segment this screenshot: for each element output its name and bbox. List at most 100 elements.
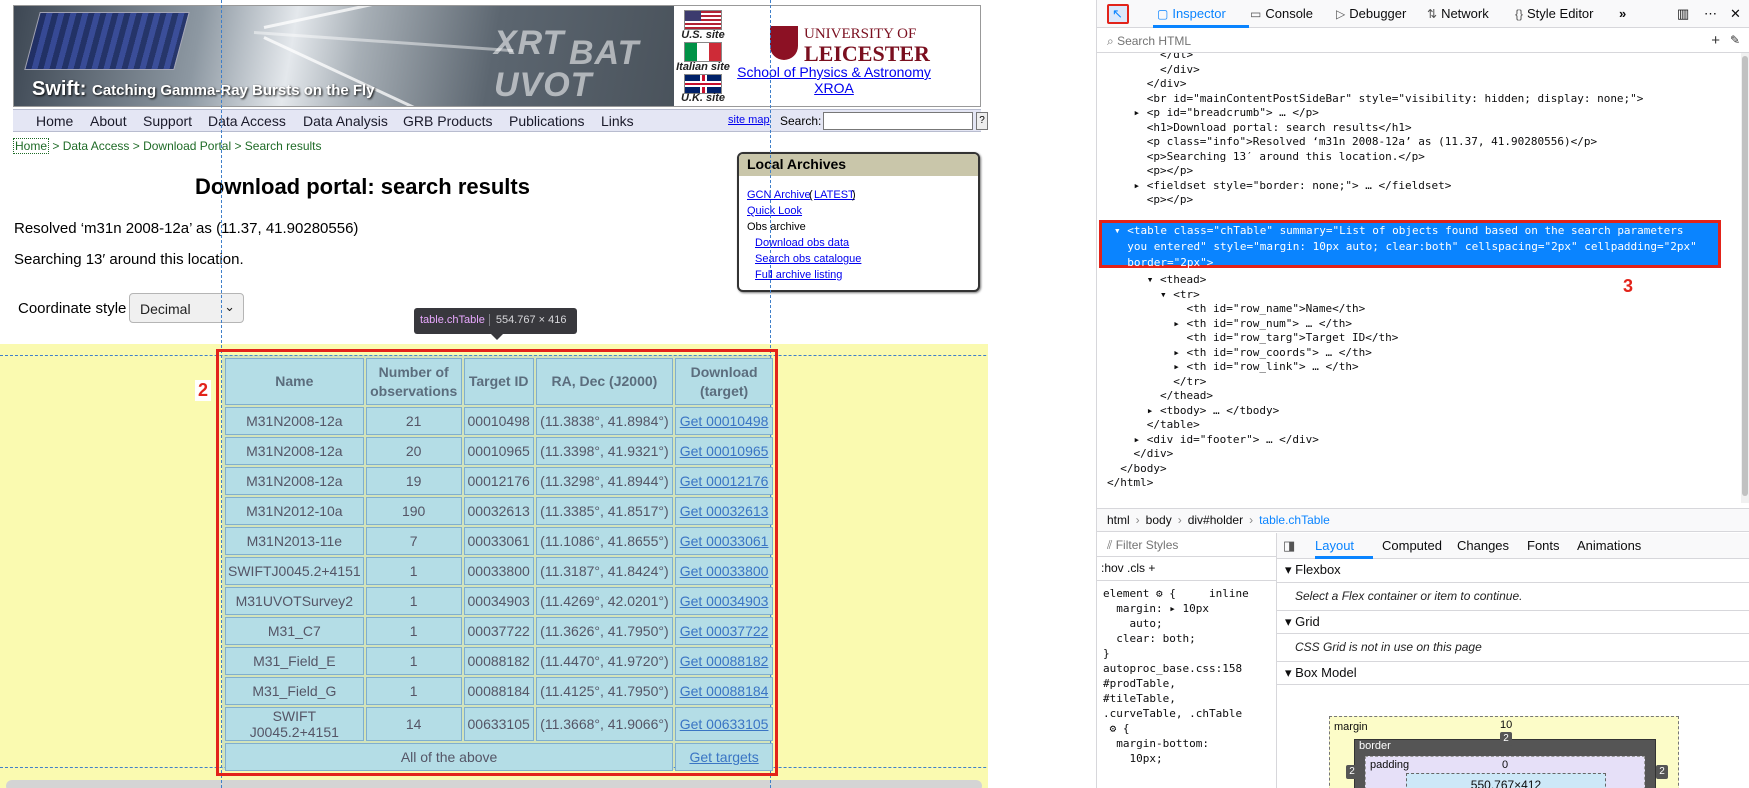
nav-data-analysis[interactable]: Data Analysis (303, 113, 388, 129)
get-target-link[interactable]: Get 00088184 (680, 683, 769, 699)
more-tabs-button[interactable]: » (1619, 6, 1626, 21)
col-header-observations[interactable]: Number of observations (365, 358, 462, 405)
school-link-line2[interactable]: XROA (704, 80, 964, 96)
school-link[interactable]: School of Physics & Astronomy XROA (704, 64, 964, 96)
eyedropper-icon[interactable]: ✎ (1730, 33, 1740, 47)
get-target-link[interactable]: Get 00032613 (680, 503, 769, 519)
breadcrumb-home[interactable]: Home (13, 138, 50, 154)
cell-observations: 21 (365, 407, 462, 435)
site-search-input[interactable] (823, 112, 973, 130)
col-header-name[interactable]: Name (225, 358, 364, 405)
border-right-value[interactable]: 2 (1656, 765, 1668, 779)
get-target-link[interactable]: Get 00088182 (680, 653, 769, 669)
margin-top-value[interactable]: 10 (1500, 719, 1512, 731)
gcn-archive-link[interactable]: GCN Archive (747, 189, 811, 201)
tab-computed[interactable]: Computed (1382, 538, 1442, 553)
latest-link[interactable]: LATEST (814, 189, 855, 201)
content-box[interactable]: 550.767×412 (1406, 773, 1606, 788)
tab-inspector[interactable]: ▢ Inspector (1157, 6, 1226, 21)
leicester-logo[interactable]: UNIVERSITY OF LEICESTER (770, 26, 930, 65)
sidebar-toggle-icon[interactable]: ◨ (1283, 538, 1295, 554)
col-header-radec[interactable]: RA, Dec (J2000) (535, 358, 674, 405)
html-search-input[interactable]: Search HTML (1117, 34, 1191, 48)
tab-fonts[interactable]: Fonts (1527, 538, 1560, 553)
get-target-link[interactable]: Get 00012176 (680, 473, 769, 489)
nav-links[interactable]: Links (601, 113, 634, 129)
tab-console[interactable]: ▭ Console (1250, 6, 1313, 21)
tab-style-editor[interactable]: {} Style Editor (1515, 6, 1594, 21)
rule-line[interactable]: 10px; (1103, 752, 1162, 765)
us-flag-icon[interactable] (684, 10, 722, 30)
col-header-target-id[interactable]: Target ID (463, 358, 534, 405)
rule-line[interactable]: ⚙ { (1103, 722, 1130, 735)
quick-look-link[interactable]: Quick Look (747, 205, 802, 217)
nav-about[interactable]: About (90, 113, 127, 129)
rule-line[interactable]: auto; (1103, 617, 1162, 630)
university-of: UNIVERSITY OF (804, 26, 917, 42)
nav-data-access[interactable]: Data Access (208, 113, 286, 129)
html-search[interactable]: ⌕ Search HTML + ✎ (1097, 29, 1749, 53)
get-target-link[interactable]: Get 00033061 (680, 533, 769, 549)
markup-line[interactable]: </html> (1107, 475, 1153, 491)
get-target-link[interactable]: Get 00033800 (680, 563, 769, 579)
get-targets-link[interactable]: Get targets (689, 749, 758, 765)
crumb-body[interactable]: body (1146, 513, 1172, 527)
rule-line[interactable]: margin: ▸ 10px (1103, 602, 1209, 615)
get-target-link[interactable]: Get 00010498 (680, 413, 769, 429)
dock-icon[interactable]: ▥ (1677, 6, 1689, 22)
rules-toolbar[interactable]: :hov .cls + (1097, 557, 1276, 581)
nav-support[interactable]: Support (143, 113, 192, 129)
tab-debugger[interactable]: ▷ Debugger (1336, 6, 1406, 21)
nav-home[interactable]: Home (36, 113, 73, 129)
tree-scroll-thumb[interactable] (1742, 56, 1748, 496)
breadcrumb-trail[interactable]: > Data Access > Download Portal > Search… (49, 139, 321, 153)
element-picker-button[interactable]: ↖ (1107, 4, 1129, 24)
grid-section[interactable]: ▾ Grid (1277, 610, 1749, 634)
tab-animations[interactable]: Animations (1577, 538, 1641, 553)
full-listing-link[interactable]: Full archive listing (755, 269, 842, 281)
get-target-link[interactable]: Get 00010965 (680, 443, 769, 459)
rule-line[interactable]: element ⚙ { inline (1103, 587, 1249, 600)
site-map-link[interactable]: site map (728, 114, 770, 126)
border-top-value[interactable]: 2 (1500, 732, 1512, 746)
italy-flag-icon[interactable] (684, 42, 722, 62)
markup-line[interactable]: <p></p> (1107, 192, 1193, 208)
border-left-value[interactable]: 2 (1346, 765, 1358, 779)
add-node-icon[interactable]: + (1711, 32, 1720, 49)
rule-line[interactable]: } (1103, 647, 1110, 660)
cell-observations: 7 (365, 527, 462, 555)
selected-node-table[interactable]: ▾ <table class="chTable" summary="List o… (1099, 220, 1721, 269)
get-target-link[interactable]: Get 00034903 (680, 593, 769, 609)
rule-line[interactable]: #tileTable, (1103, 692, 1176, 705)
get-target-link[interactable]: Get 00633105 (680, 716, 769, 732)
rule-line[interactable]: margin-bottom: (1103, 737, 1209, 750)
site-banner: XRT BAT UVOT Swift: Catching Gamma-Ray B… (13, 5, 981, 107)
boxmodel-section[interactable]: ▾ Box Model (1277, 661, 1749, 685)
filter-styles-input[interactable]: ⫽ Filter Styles (1097, 533, 1276, 557)
flexbox-section[interactable]: ▾ Flexbox (1277, 559, 1749, 583)
crumb-html[interactable]: html (1107, 513, 1130, 527)
rule-line[interactable]: clear: both; (1103, 632, 1195, 645)
rule-line[interactable]: #prodTable, (1103, 677, 1176, 690)
crumb-holder[interactable]: div#holder (1188, 513, 1243, 527)
close-icon[interactable]: ✕ (1730, 6, 1741, 22)
padding-top-value[interactable]: 0 (1502, 759, 1508, 771)
us-site-link[interactable]: U.S. site (663, 29, 743, 41)
coord-style-select[interactable]: Decimal ⌄ (129, 293, 244, 323)
tab-layout[interactable]: Layout (1315, 538, 1354, 553)
menu-icon[interactable]: ⋯ (1704, 6, 1717, 22)
nav-publications[interactable]: Publications (509, 113, 585, 129)
nav-grb-products[interactable]: GRB Products (403, 113, 492, 129)
site-search-button[interactable]: ? (976, 112, 988, 130)
tab-changes[interactable]: Changes (1457, 538, 1509, 553)
get-target-link[interactable]: Get 00037722 (680, 623, 769, 639)
crumb-table[interactable]: table.chTable (1259, 513, 1330, 527)
rule-line[interactable]: .curveTable, .chTable (1103, 707, 1242, 720)
col-header-download[interactable]: Download (target) (675, 358, 773, 405)
search-label: Search: (780, 114, 822, 128)
school-link-line1[interactable]: School of Physics & Astronomy (704, 64, 964, 80)
page-title: Download portal: search results (195, 174, 530, 199)
coord-style-value: Decimal (140, 301, 191, 317)
tab-network[interactable]: ⇅ Network (1427, 6, 1489, 21)
rule-line[interactable]: autoproc_base.css:158 (1103, 662, 1242, 675)
